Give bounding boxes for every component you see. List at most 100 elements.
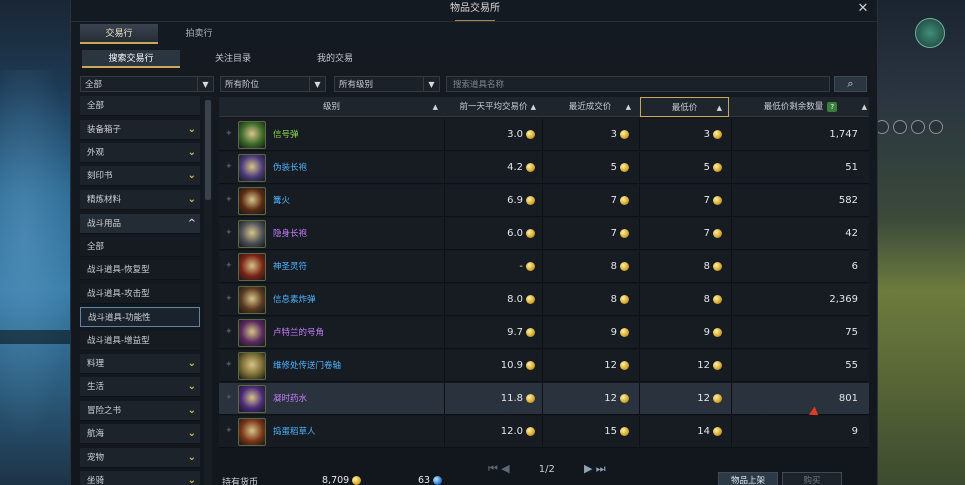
pin-icon[interactable]: ✦ [225, 393, 235, 403]
table-row[interactable]: ✦ 信息素炸弹 8.0 8 8 2,369 [219, 284, 869, 316]
category-scroll-thumb[interactable] [205, 100, 211, 200]
next-page-icon[interactable]: ▶ [584, 462, 592, 475]
avg-price-cell: 12.0 [445, 416, 535, 448]
category-sailing[interactable]: 航海 ⌄ [80, 424, 200, 444]
tier-dropdown[interactable]: 所有阶位 ▼ [220, 76, 326, 92]
table-row[interactable]: ✦ 维修处传送门卷轴 10.9 12 12 55 [219, 350, 869, 382]
search-input[interactable]: 搜索道具名称 [446, 76, 830, 92]
holy-charm-icon [238, 253, 266, 281]
pin-icon[interactable]: ✦ [225, 195, 235, 205]
category-equipment-box[interactable]: 装备箱子 ⌄ [80, 120, 200, 140]
chevron-down-icon: ▼ [423, 77, 439, 91]
last-page-icon[interactable]: ⏭ [596, 462, 606, 475]
recent-price-cell: 12 [543, 383, 629, 415]
item-name: 信号弹 [273, 130, 299, 140]
gold-coin-icon [526, 195, 535, 205]
prev-page-icon[interactable]: ◀ [501, 462, 509, 475]
sort-arrow-icon: ▲ [530, 103, 536, 111]
remaining-qty-cell: 55 [845, 360, 858, 371]
subcategory-buff[interactable]: 战斗道具-增益型 [80, 331, 200, 351]
hud-button-icon[interactable] [929, 120, 943, 134]
gold-coin-icon [526, 129, 535, 139]
recent-price-cell: 8 [543, 284, 629, 316]
avg-price-cell: 4.2 [445, 152, 535, 184]
close-icon[interactable]: ✕ [856, 2, 870, 16]
pin-icon[interactable]: ✦ [225, 261, 235, 271]
gold-coin-icon [620, 129, 629, 139]
header-remaining-qty[interactable]: 最低价剩余数量? ▲ [732, 97, 869, 117]
gold-coin-icon [713, 294, 722, 304]
header-lowest-price[interactable]: 最低价 ▲ [640, 97, 729, 117]
subtab-my-trades[interactable]: 我的交易 [286, 50, 384, 68]
list-item-button[interactable]: 物品上架 [718, 472, 778, 485]
category-refining[interactable]: 精炼材料 ⌄ [80, 190, 200, 210]
pin-icon[interactable]: ✦ [225, 162, 235, 172]
recent-price-cell: 12 [543, 350, 629, 382]
first-page-icon[interactable]: ⏮ [488, 462, 498, 475]
hud-button-icon[interactable] [911, 120, 925, 134]
subcategory-utility[interactable]: 战斗道具-功能性 [80, 307, 200, 327]
table-row[interactable]: ✦ 神圣灵符 -8 8 6 [219, 251, 869, 283]
category-pet[interactable]: 宠物 ⌄ [80, 448, 200, 468]
item-name: 伪装长袍 [273, 163, 308, 173]
table-row[interactable]: ✦ 信号弹 3.0 3 3 1,747 [219, 119, 869, 151]
category-life[interactable]: 生活 ⌄ [80, 377, 200, 397]
table-row[interactable]: ✦ 凝时药水 11.8 12 12 801 [219, 383, 869, 415]
gold-coin-icon [620, 294, 629, 304]
lowest-price-cell: 12 [640, 383, 722, 415]
horn-icon [238, 319, 266, 347]
table-row[interactable]: ✦ 篝火 6.9 7 7 582 [219, 185, 869, 217]
subcategory-all[interactable]: 全部 [80, 237, 200, 257]
subtab-watchlist[interactable]: 关注目录 [184, 50, 282, 68]
tab-marketplace[interactable]: 交易行 [80, 24, 158, 44]
recent-price-cell: 8 [543, 251, 629, 283]
gold-amount: 8,709 [322, 475, 362, 485]
pin-icon[interactable]: ✦ [225, 294, 235, 304]
tab-auction[interactable]: 拍卖行 [160, 24, 238, 44]
category-combat-items[interactable]: 战斗用品 ^ [80, 214, 200, 234]
hud-button-icon[interactable] [893, 120, 907, 134]
table-row[interactable]: ✦ 隐身长袍 6.0 7 7 42 [219, 218, 869, 250]
category-all[interactable]: 全部 [80, 96, 200, 116]
table-row[interactable]: ✦ 捣蛋稻草人 12.0 15 14 9 [219, 416, 869, 448]
header-avg-price[interactable]: 前一天平均交易价 ▲ [445, 97, 542, 117]
lowest-price-cell: 12 [640, 350, 722, 382]
grade-dropdown-value: 所有级别 [339, 80, 374, 90]
header-grade[interactable]: 级别 ▲ [219, 97, 444, 117]
subcategory-attack[interactable]: 战斗道具-攻击型 [80, 284, 200, 304]
subcategory-recovery[interactable]: 战斗道具-恢复型 [80, 260, 200, 280]
lowest-price-cell: 7 [640, 185, 722, 217]
pin-icon[interactable]: ✦ [225, 426, 235, 436]
pin-icon[interactable]: ✦ [225, 129, 235, 139]
gold-coin-icon [713, 327, 722, 337]
help-icon[interactable]: ? [827, 101, 838, 112]
gold-coin-icon [713, 195, 722, 205]
category-mount[interactable]: 坐骑 ⌄ [80, 471, 200, 485]
pin-icon[interactable]: ✦ [225, 327, 235, 337]
recent-price-cell: 9 [543, 317, 629, 349]
search-icon[interactable]: ⌕ [834, 76, 867, 92]
table-row[interactable]: ✦ 卢特兰的号角 9.7 9 9 75 [219, 317, 869, 349]
minimap-icon[interactable] [915, 18, 945, 48]
table-row[interactable]: ✦ 伪装长袍 4.2 5 5 51 [219, 152, 869, 184]
scarecrow-icon [238, 418, 266, 446]
category-adventure-book[interactable]: 冒险之书 ⌄ [80, 401, 200, 421]
subtab-search[interactable]: 搜索交易行 [82, 50, 180, 68]
grade-dropdown[interactable]: 所有级别 ▼ [334, 76, 440, 92]
signal-flare-icon [238, 121, 266, 149]
avg-price-cell: 6.9 [445, 185, 535, 217]
buy-button[interactable]: 购买 [782, 472, 842, 485]
gold-coin-icon [526, 228, 535, 238]
lowest-price-cell: 7 [640, 218, 722, 250]
category-appearance[interactable]: 外观 ⌄ [80, 143, 200, 163]
category-engraving[interactable]: 刻印书 ⌄ [80, 166, 200, 186]
pin-icon[interactable]: ✦ [225, 360, 235, 370]
category-list: 全部 装备箱子 ⌄ 外观 ⌄ 刻印书 ⌄ 精炼材料 ⌄ 战斗用品 ^ 全部 战斗道具-恢复… [80, 96, 200, 485]
pin-icon[interactable]: ✦ [225, 228, 235, 238]
remaining-qty-cell: 6 [851, 261, 858, 272]
header-recent-price[interactable]: 最近成交价 ▲ [543, 97, 637, 117]
category-dropdown[interactable]: 全部 ▼ [80, 76, 214, 92]
right-hud-buttons [875, 120, 959, 136]
category-cooking[interactable]: 料理 ⌄ [80, 354, 200, 374]
lowest-price-cell: 8 [640, 251, 722, 283]
